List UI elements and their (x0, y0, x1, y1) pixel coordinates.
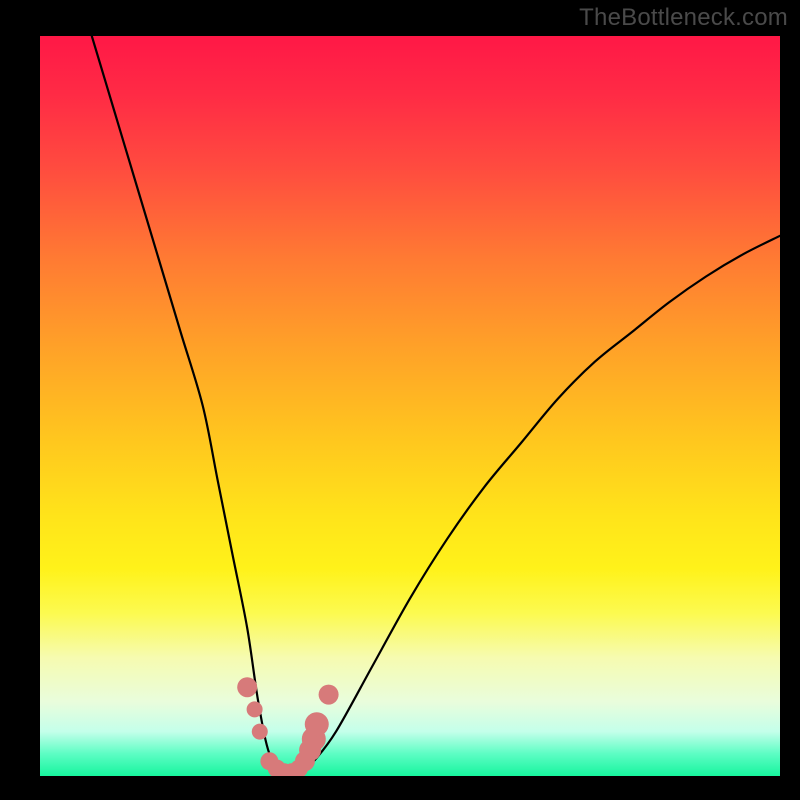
plot-area (40, 36, 780, 776)
bottleneck-curve-svg (40, 36, 780, 776)
curve-marker (247, 701, 263, 717)
curve-marker (319, 685, 339, 705)
curve-marker (237, 677, 257, 697)
curve-marker (305, 712, 329, 736)
chart-frame: TheBottleneck.com (0, 0, 800, 800)
bottleneck-curve (92, 36, 780, 776)
curve-marker (252, 724, 268, 740)
watermark-text: TheBottleneck.com (579, 4, 788, 32)
curve-markers (237, 677, 338, 776)
